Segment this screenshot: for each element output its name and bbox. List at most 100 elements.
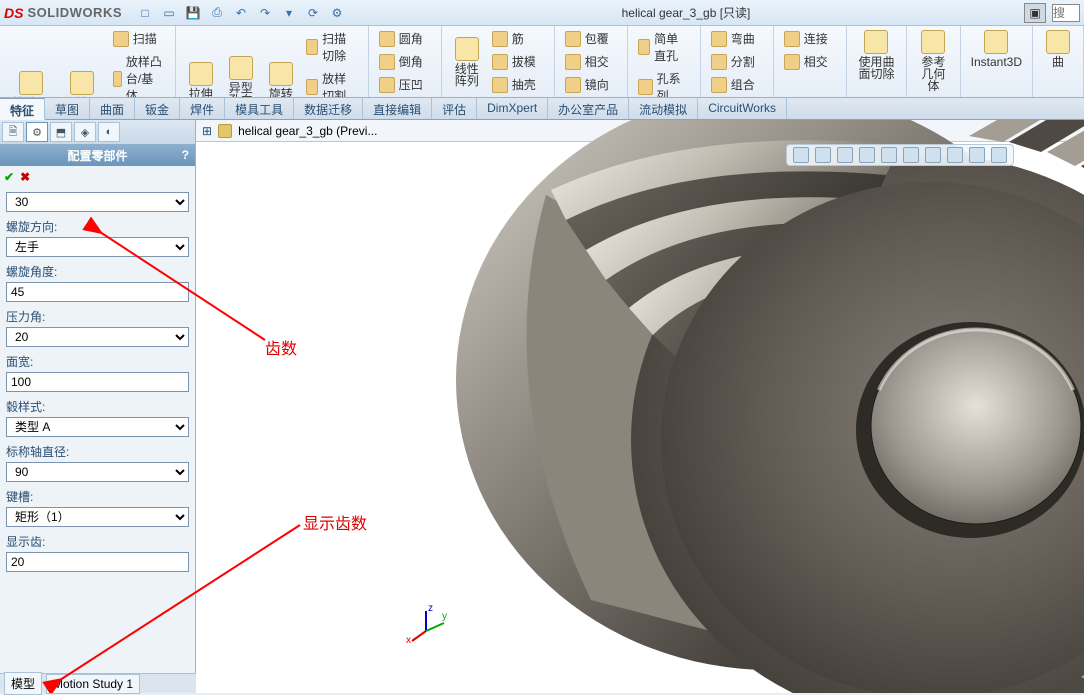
help-button[interactable]: ? xyxy=(182,148,189,162)
show-teeth-label: 显示齿: xyxy=(6,533,189,550)
select-icon[interactable]: ▾ xyxy=(278,3,300,23)
open-icon[interactable]: ▭ xyxy=(158,3,180,23)
keyway-select[interactable]: 矩形（1） xyxy=(6,507,189,527)
face-width-input[interactable] xyxy=(6,372,189,392)
teeth-select[interactable]: 30 xyxy=(6,192,189,212)
cut-with-surface-button[interactable]: 使用曲面切除 xyxy=(853,28,901,82)
zoom-fit-icon[interactable] xyxy=(793,147,809,163)
loft-cut-button[interactable]: 放样切割 xyxy=(302,68,362,98)
simple-hole-button[interactable]: 简单直孔 xyxy=(634,28,694,66)
hole-wizard-button[interactable]: 异型孔向导 xyxy=(222,28,260,98)
pressure-angle-select[interactable]: 20 xyxy=(6,327,189,347)
draft-button[interactable]: 拔模 xyxy=(488,51,548,72)
ref-geometry-button[interactable]: 参考几何体 xyxy=(913,28,953,94)
tab-office[interactable]: 办公室产品 xyxy=(548,98,629,119)
tab-features[interactable]: 特征 xyxy=(0,98,45,120)
print-icon[interactable]: ⎙ xyxy=(206,3,228,23)
apply-scene-icon[interactable] xyxy=(969,147,985,163)
lptab-feature-tree-icon[interactable]: 🗎 xyxy=(2,122,24,142)
view-heads-up-toolbar xyxy=(786,144,1014,166)
show-teeth-input[interactable] xyxy=(6,552,189,572)
view-orientation-icon[interactable] xyxy=(881,147,897,163)
indent-button[interactable]: 压凹 xyxy=(375,74,435,95)
tab-weldments[interactable]: 焊件 xyxy=(180,98,225,119)
ribbon-panel-12: 曲 xyxy=(1033,26,1084,97)
intersect-button[interactable]: 相交 xyxy=(561,51,621,72)
quick-access-toolbar: □ ▭ 💾 ⎙ ↶ ↷ ▾ ⟳ ⚙ xyxy=(134,3,348,23)
mirror-button[interactable]: 镜向 xyxy=(561,74,621,95)
helix-dir-select[interactable]: 左手 xyxy=(6,237,189,257)
logo-ds-icon: DS xyxy=(4,5,23,21)
part-icon xyxy=(218,124,232,138)
lptab-display-icon[interactable]: ◐ xyxy=(98,122,120,142)
display-style-icon[interactable] xyxy=(903,147,919,163)
loft-boss-button[interactable]: 放样凸台/基体 xyxy=(109,51,169,98)
titlebar-right: ▣ xyxy=(1024,3,1080,23)
tab-datamigration[interactable]: 数据迁移 xyxy=(294,98,363,119)
redo-icon[interactable]: ↷ xyxy=(254,3,276,23)
edit-appearance-icon[interactable] xyxy=(947,147,963,163)
tab-dimxpert[interactable]: DimXpert xyxy=(477,98,548,119)
chamfer-button[interactable]: 倒角 xyxy=(375,51,435,72)
shell-button[interactable]: 抽壳 xyxy=(488,74,548,95)
linear-pattern-button[interactable]: 线性阵列 xyxy=(448,28,486,95)
extrude-boss-button[interactable]: 拉伸凸台/基体 xyxy=(6,28,55,98)
terminal-icon[interactable]: ▣ xyxy=(1024,3,1046,23)
sweep-cut-button[interactable]: 扫描切除 xyxy=(302,28,362,66)
nominal-shaft-select[interactable]: 90 xyxy=(6,462,189,482)
bottom-tab-motion[interactable]: Motion Study 1 xyxy=(46,674,140,694)
tab-moldtools[interactable]: 模具工具 xyxy=(225,98,294,119)
new-icon[interactable]: □ xyxy=(134,3,156,23)
fillet-button[interactable]: 圆角 xyxy=(375,28,435,49)
join-button[interactable]: 连接 xyxy=(780,28,840,49)
rebuild-icon[interactable]: ⟳ xyxy=(302,3,324,23)
revolve-cut-button[interactable]: 旋转切除 xyxy=(262,28,300,98)
combine-button[interactable]: 组合 xyxy=(707,74,767,95)
revolve-boss-button[interactable]: 旋转凸台/基体 xyxy=(57,28,106,98)
expand-icon[interactable]: ⊞ xyxy=(202,124,212,138)
bottom-tab-model[interactable]: 模型 xyxy=(4,672,42,693)
nominal-shaft-label: 标称轴直径: xyxy=(6,443,189,460)
view-settings-icon[interactable] xyxy=(991,147,1007,163)
pressure-angle-label: 压力角: xyxy=(6,308,189,325)
tab-evaluate[interactable]: 评估 xyxy=(432,98,477,119)
extrude-cut-button[interactable]: 拉伸切除 xyxy=(182,28,220,98)
sweep-button[interactable]: 扫描 xyxy=(109,28,169,49)
ribbon-panel-7: 弯曲 分割 组合 xyxy=(701,26,774,97)
tab-flowsim[interactable]: 流动模拟 xyxy=(629,98,698,119)
helix-angle-input[interactable] xyxy=(6,282,189,302)
3d-viewport[interactable]: ⊞ helical gear_3_gb (Previ... xyxy=(196,120,1084,693)
lptab-property-icon[interactable]: ⚙ xyxy=(26,122,48,142)
tab-circuitworks[interactable]: CircuitWorks xyxy=(698,98,787,119)
ribbon-panel-5: 包覆 相交 镜向 xyxy=(555,26,628,97)
wrap-button[interactable]: 包覆 xyxy=(561,28,621,49)
hub-style-select[interactable]: 类型 A xyxy=(6,417,189,437)
save-icon[interactable]: 💾 xyxy=(182,3,204,23)
ribbon-panel-features-1: 拉伸凸台/基体 旋转凸台/基体 扫描 放样凸台/基体 边界凸台/基体 xyxy=(0,26,176,97)
instant3d-button[interactable]: Instant3D xyxy=(967,28,1026,70)
cancel-button[interactable]: ✖ xyxy=(20,170,30,184)
zoom-area-icon[interactable] xyxy=(815,147,831,163)
flex-button[interactable]: 弯曲 xyxy=(707,28,767,49)
split-button[interactable]: 分割 xyxy=(707,51,767,72)
previous-view-icon[interactable] xyxy=(837,147,853,163)
section-view-icon[interactable] xyxy=(859,147,875,163)
ribbon-panel-6: 简单直孔 孔系列 圆顶 xyxy=(628,26,701,97)
hole-series-button[interactable]: 孔系列 xyxy=(634,68,694,98)
search-input[interactable] xyxy=(1052,4,1080,22)
undo-icon[interactable]: ↶ xyxy=(230,3,252,23)
curves-button[interactable]: 曲 xyxy=(1039,28,1077,70)
tab-surface[interactable]: 曲面 xyxy=(90,98,135,119)
breadcrumb: ⊞ helical gear_3_gb (Previ... xyxy=(196,120,1084,142)
tab-sheetmetal[interactable]: 钣金 xyxy=(135,98,180,119)
tab-directedit[interactable]: 直接编辑 xyxy=(363,98,432,119)
hide-show-icon[interactable] xyxy=(925,147,941,163)
intersect2-button[interactable]: 相交 xyxy=(780,51,840,72)
options-icon[interactable]: ⚙ xyxy=(326,3,348,23)
lptab-dimxpert-icon[interactable]: ◈ xyxy=(74,122,96,142)
helix-angle-label: 螺旋角度: xyxy=(6,263,189,280)
ok-button[interactable]: ✔ xyxy=(4,170,14,184)
tab-sketch[interactable]: 草图 xyxy=(45,98,90,119)
lptab-config-icon[interactable]: ⬒ xyxy=(50,122,72,142)
rib-button[interactable]: 筋 xyxy=(488,28,548,49)
